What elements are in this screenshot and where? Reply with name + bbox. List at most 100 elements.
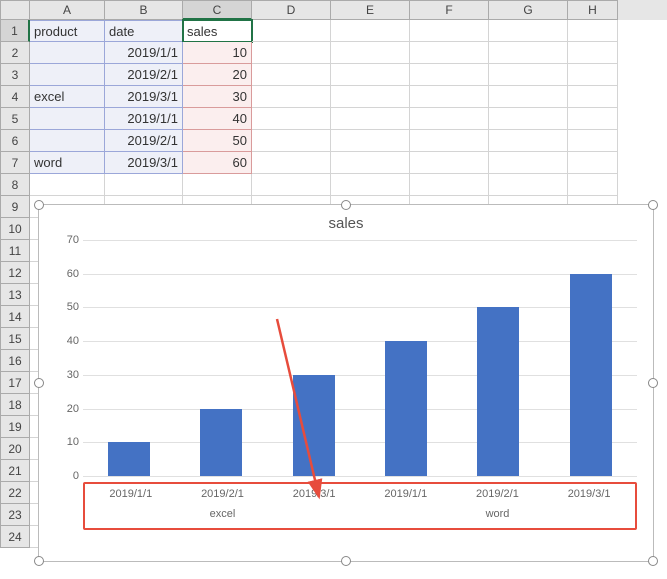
row-header-15[interactable]: 15 xyxy=(0,328,30,350)
column-header-G[interactable]: G xyxy=(489,0,568,20)
cell-F4[interactable] xyxy=(410,86,489,108)
cell-E7[interactable] xyxy=(331,152,410,174)
row-header-23[interactable]: 23 xyxy=(0,504,30,526)
cell-B7[interactable]: 2019/3/1 xyxy=(105,152,183,174)
chart-bar[interactable] xyxy=(200,409,242,476)
cell-B5[interactable]: 2019/1/1 xyxy=(105,108,183,130)
cell-A3[interactable] xyxy=(30,64,105,86)
cell-G5[interactable] xyxy=(489,108,568,130)
row-header-20[interactable]: 20 xyxy=(0,438,30,460)
chart-bar[interactable] xyxy=(477,307,519,476)
row-header-7[interactable]: 7 xyxy=(0,152,30,174)
row-header-5[interactable]: 5 xyxy=(0,108,30,130)
row-header-16[interactable]: 16 xyxy=(0,350,30,372)
row-header-12[interactable]: 12 xyxy=(0,262,30,284)
cell-G7[interactable] xyxy=(489,152,568,174)
cell-B3[interactable]: 2019/2/1 xyxy=(105,64,183,86)
cell-H4[interactable] xyxy=(568,86,618,108)
cell-A8[interactable] xyxy=(30,174,105,196)
cell-G8[interactable] xyxy=(489,174,568,196)
resize-handle[interactable] xyxy=(648,200,658,210)
cell-H2[interactable] xyxy=(568,42,618,64)
cell-C3[interactable]: 20 xyxy=(183,64,252,86)
cell-E3[interactable] xyxy=(331,64,410,86)
cell-H6[interactable] xyxy=(568,130,618,152)
row-header-1[interactable]: 1 xyxy=(0,20,30,42)
chart-bar[interactable] xyxy=(570,274,612,476)
cell-A4[interactable]: excel xyxy=(30,86,105,108)
row-header-13[interactable]: 13 xyxy=(0,284,30,306)
cell-C1[interactable]: sales xyxy=(183,20,252,42)
cell-E8[interactable] xyxy=(331,174,410,196)
column-header-A[interactable]: A xyxy=(30,0,105,20)
cell-C2[interactable]: 10 xyxy=(183,42,252,64)
cell-C5[interactable]: 40 xyxy=(183,108,252,130)
row-header-6[interactable]: 6 xyxy=(0,130,30,152)
row-header-17[interactable]: 17 xyxy=(0,372,30,394)
cell-E4[interactable] xyxy=(331,86,410,108)
cell-F7[interactable] xyxy=(410,152,489,174)
resize-handle[interactable] xyxy=(34,200,44,210)
cell-G3[interactable] xyxy=(489,64,568,86)
cell-C7[interactable]: 60 xyxy=(183,152,252,174)
cell-D8[interactable] xyxy=(252,174,331,196)
cell-F2[interactable] xyxy=(410,42,489,64)
cell-F5[interactable] xyxy=(410,108,489,130)
cell-D7[interactable] xyxy=(252,152,331,174)
cell-D2[interactable] xyxy=(252,42,331,64)
cell-D5[interactable] xyxy=(252,108,331,130)
cell-F8[interactable] xyxy=(410,174,489,196)
cell-F6[interactable] xyxy=(410,130,489,152)
chart-bar[interactable] xyxy=(108,442,150,476)
cell-A7[interactable]: word xyxy=(30,152,105,174)
row-header-4[interactable]: 4 xyxy=(0,86,30,108)
column-header-H[interactable]: H xyxy=(568,0,618,20)
cell-C8[interactable] xyxy=(183,174,252,196)
row-header-18[interactable]: 18 xyxy=(0,394,30,416)
embedded-chart[interactable]: sales 010203040506070 2019/1/12019/2/120… xyxy=(38,204,654,562)
cell-C4[interactable]: 30 xyxy=(183,86,252,108)
resize-handle[interactable] xyxy=(341,556,351,566)
chart-bar[interactable] xyxy=(293,375,335,476)
cell-C6[interactable]: 50 xyxy=(183,130,252,152)
column-header-C[interactable]: C xyxy=(183,0,252,20)
row-header-10[interactable]: 10 xyxy=(0,218,30,240)
cell-B2[interactable]: 2019/1/1 xyxy=(105,42,183,64)
row-header-22[interactable]: 22 xyxy=(0,482,30,504)
cell-E6[interactable] xyxy=(331,130,410,152)
cell-D6[interactable] xyxy=(252,130,331,152)
chart-bar[interactable] xyxy=(385,341,427,476)
cell-G4[interactable] xyxy=(489,86,568,108)
row-header-8[interactable]: 8 xyxy=(0,174,30,196)
cell-H1[interactable] xyxy=(568,20,618,42)
cell-B4[interactable]: 2019/3/1 xyxy=(105,86,183,108)
cell-G2[interactable] xyxy=(489,42,568,64)
cell-D1[interactable] xyxy=(252,20,331,42)
cell-A2[interactable] xyxy=(30,42,105,64)
row-header-2[interactable]: 2 xyxy=(0,42,30,64)
resize-handle[interactable] xyxy=(648,378,658,388)
cell-F1[interactable] xyxy=(410,20,489,42)
cell-B8[interactable] xyxy=(105,174,183,196)
column-header-E[interactable]: E xyxy=(331,0,410,20)
row-header-14[interactable]: 14 xyxy=(0,306,30,328)
cell-G1[interactable] xyxy=(489,20,568,42)
resize-handle[interactable] xyxy=(648,556,658,566)
cell-H5[interactable] xyxy=(568,108,618,130)
plot-area[interactable]: 010203040506070 xyxy=(83,240,637,476)
cell-B1[interactable]: date xyxy=(105,20,183,42)
select-all-corner[interactable] xyxy=(0,0,30,20)
cell-B6[interactable]: 2019/2/1 xyxy=(105,130,183,152)
column-header-D[interactable]: D xyxy=(252,0,331,20)
cell-D4[interactable] xyxy=(252,86,331,108)
row-header-24[interactable]: 24 xyxy=(0,526,30,548)
cell-G6[interactable] xyxy=(489,130,568,152)
cell-A5[interactable] xyxy=(30,108,105,130)
cell-H7[interactable] xyxy=(568,152,618,174)
cell-H3[interactable] xyxy=(568,64,618,86)
row-header-11[interactable]: 11 xyxy=(0,240,30,262)
row-header-3[interactable]: 3 xyxy=(0,64,30,86)
row-header-21[interactable]: 21 xyxy=(0,460,30,482)
resize-handle[interactable] xyxy=(34,556,44,566)
column-header-B[interactable]: B xyxy=(105,0,183,20)
